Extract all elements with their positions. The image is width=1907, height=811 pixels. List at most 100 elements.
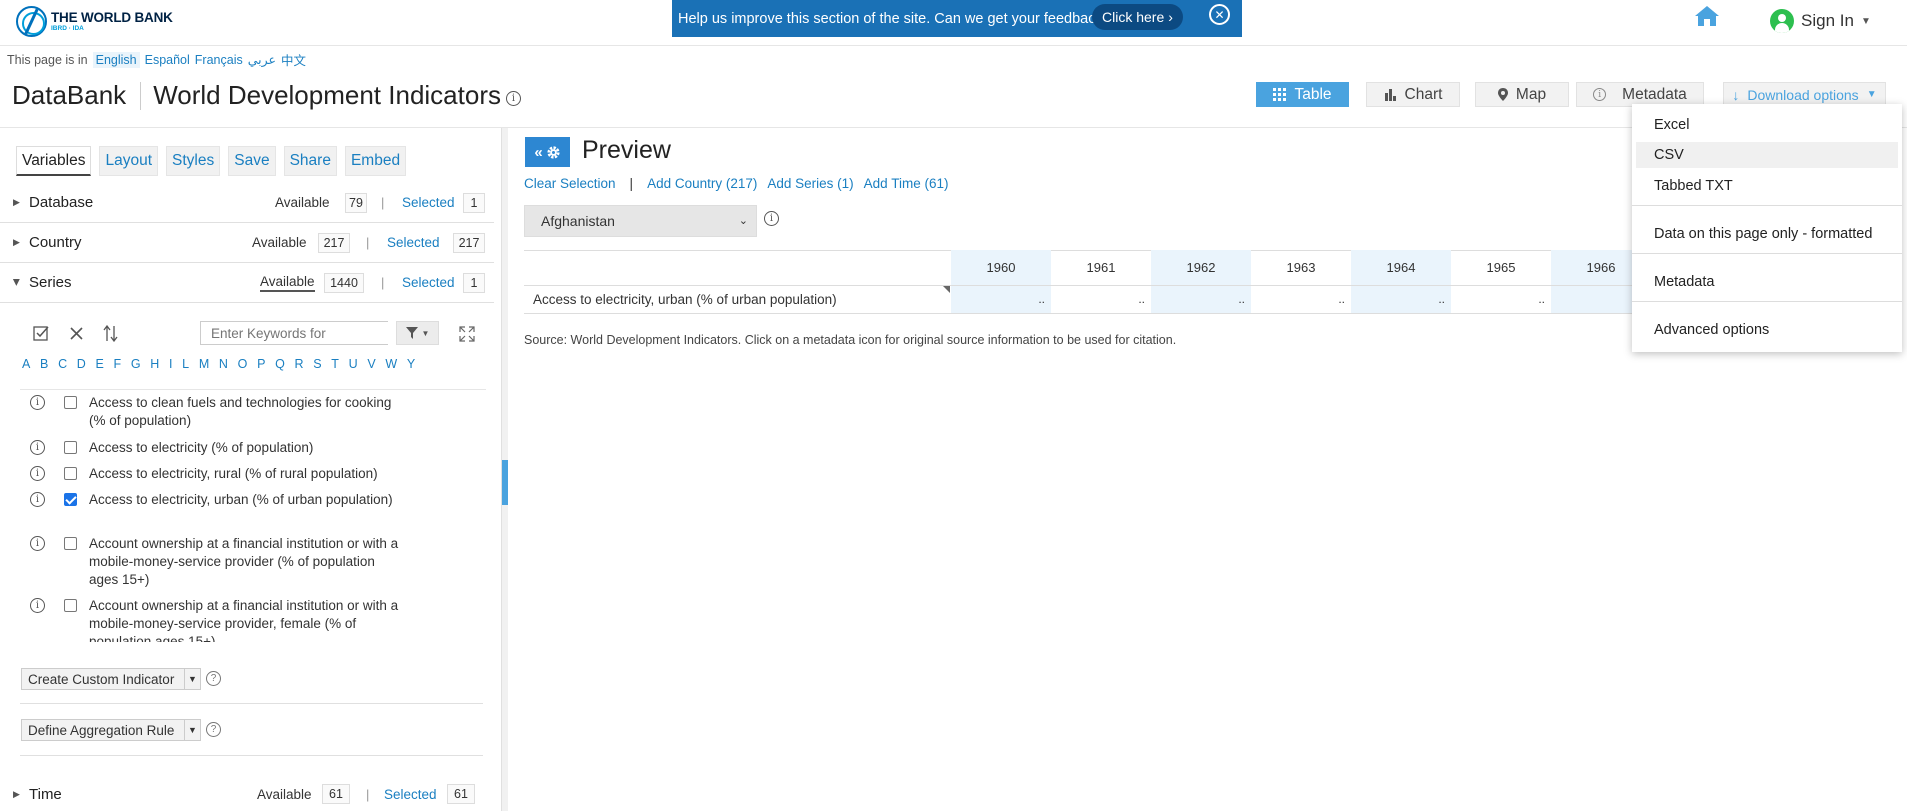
year-header[interactable]: 1960 <box>951 250 1051 285</box>
info-icon[interactable]: i <box>505 91 521 106</box>
world-bank-logo[interactable]: THE WORLD BANK IBRD · IDA <box>16 6 173 37</box>
letter-o[interactable]: O <box>238 357 248 371</box>
series-checkbox[interactable] <box>64 599 77 612</box>
language-english[interactable]: English <box>92 51 140 68</box>
available-label[interactable]: Available <box>260 274 315 292</box>
expand-icon[interactable] <box>459 326 475 342</box>
selected-label[interactable]: Selected <box>402 195 455 210</box>
series-checkbox[interactable] <box>64 396 77 409</box>
letter-b[interactable]: B <box>40 357 48 371</box>
table-cell: .. <box>951 286 1051 313</box>
letter-e[interactable]: E <box>96 357 104 371</box>
letter-t[interactable]: T <box>331 357 339 371</box>
download-csv[interactable]: CSV <box>1636 142 1898 168</box>
year-header[interactable]: 1965 <box>1451 250 1551 285</box>
country-section[interactable]: ▶ Country Available 217 | Selected 217 <box>0 223 494 263</box>
letter-l[interactable]: L <box>182 357 189 371</box>
download-metadata[interactable]: Metadata <box>1632 269 1902 295</box>
tab-styles[interactable]: Styles <box>166 146 221 176</box>
letter-s[interactable]: S <box>313 357 321 371</box>
chart-view-button[interactable]: Chart <box>1366 82 1460 107</box>
table-view-button[interactable]: Table <box>1256 82 1349 107</box>
letter-h[interactable]: H <box>150 357 159 371</box>
info-icon[interactable]: i <box>30 440 45 455</box>
download-advanced-options[interactable]: Advanced options <box>1632 317 1902 343</box>
letter-m[interactable]: M <box>199 357 209 371</box>
selected-label[interactable]: Selected <box>384 787 437 802</box>
tab-embed[interactable]: Embed <box>344 146 407 176</box>
selected-label[interactable]: Selected <box>402 275 455 290</box>
scrollbar-thumb[interactable] <box>502 460 508 505</box>
year-header[interactable]: 1962 <box>1151 250 1251 285</box>
toggle-panel-button[interactable]: « <box>525 137 570 167</box>
series-checkbox[interactable] <box>64 467 77 480</box>
letter-w[interactable]: W <box>385 357 397 371</box>
language-chinese[interactable]: 中文 <box>281 50 306 69</box>
series-checkbox[interactable] <box>64 441 77 454</box>
language-francais[interactable]: Français <box>195 53 243 67</box>
expand-arrow-icon[interactable]: ▶ <box>13 237 20 248</box>
time-section[interactable]: ▶ Time Available 61 | Selected 61 <box>0 774 494 811</box>
home-icon[interactable] <box>1694 4 1720 28</box>
download-page-formatted[interactable]: Data on this page only - formatted <box>1632 221 1902 247</box>
tab-layout[interactable]: Layout <box>99 146 159 176</box>
letter-q[interactable]: Q <box>275 357 285 371</box>
info-icon[interactable]: i <box>764 211 779 226</box>
info-icon[interactable]: i <box>30 466 45 481</box>
language-espanol[interactable]: Español <box>145 53 190 67</box>
series-checkbox[interactable] <box>64 537 77 550</box>
create-custom-indicator-dropdown[interactable]: Create Custom Indicator ▼ <box>21 668 201 690</box>
info-icon[interactable]: i <box>30 536 45 551</box>
tab-share[interactable]: Share <box>283 146 337 176</box>
database-section[interactable]: ▶ Database Available 79 | Selected 1 <box>0 183 494 223</box>
letter-f[interactable]: F <box>114 357 122 371</box>
clear-selection-icon[interactable] <box>70 327 83 340</box>
letter-r[interactable]: R <box>295 357 304 371</box>
feedback-click-here-button[interactable]: Click here › <box>1092 4 1183 30</box>
letter-p[interactable]: P <box>257 357 265 371</box>
series-section[interactable]: ▶ Series Available 1440 | Selected 1 <box>0 263 494 303</box>
section-name: Database <box>29 194 94 211</box>
expand-arrow-icon[interactable]: ▶ <box>13 789 20 800</box>
help-icon[interactable]: ? <box>206 722 221 737</box>
download-excel[interactable]: Excel <box>1632 112 1902 138</box>
letter-g[interactable]: G <box>131 357 141 371</box>
add-series-link[interactable]: Add Series (1) <box>767 176 853 191</box>
search-input[interactable] <box>201 322 398 344</box>
expand-arrow-icon[interactable]: ▶ <box>13 197 20 208</box>
letter-c[interactable]: C <box>58 357 67 371</box>
tab-variables[interactable]: Variables <box>16 146 92 176</box>
info-icon[interactable]: i <box>30 395 45 410</box>
download-tabbed-txt[interactable]: Tabbed TXT <box>1632 173 1902 199</box>
select-all-icon[interactable] <box>33 325 50 342</box>
letter-d[interactable]: D <box>77 357 86 371</box>
year-header[interactable]: 1964 <box>1351 250 1451 285</box>
letter-n[interactable]: N <box>219 357 228 371</box>
letter-u[interactable]: U <box>349 357 358 371</box>
letter-a[interactable]: A <box>22 357 30 371</box>
sign-in-button[interactable]: Sign In ▼ <box>1770 9 1871 33</box>
filter-button[interactable]: ▼ <box>396 321 439 345</box>
section-name: Time <box>29 785 62 803</box>
sort-icon[interactable] <box>103 325 118 342</box>
letter-v[interactable]: V <box>367 357 375 371</box>
country-select[interactable]: Afghanistan ⌄ <box>524 205 757 237</box>
language-arabic[interactable]: عربي <box>248 52 276 67</box>
year-header[interactable]: 1961 <box>1051 250 1151 285</box>
info-icon[interactable]: i <box>30 492 45 507</box>
info-icon[interactable]: i <box>30 598 45 613</box>
letter-i[interactable]: I <box>169 357 172 371</box>
map-view-button[interactable]: Map <box>1475 82 1569 107</box>
selected-label[interactable]: Selected <box>387 235 440 250</box>
tab-save[interactable]: Save <box>228 146 276 176</box>
add-time-link[interactable]: Add Time (61) <box>864 176 949 191</box>
clear-selection-link[interactable]: Clear Selection <box>524 176 616 191</box>
collapse-arrow-icon[interactable]: ▶ <box>11 279 22 286</box>
series-checkbox-checked[interactable] <box>64 493 77 506</box>
add-country-link[interactable]: Add Country (217) <box>647 176 757 191</box>
help-icon[interactable]: ? <box>206 671 221 686</box>
year-header[interactable]: 1963 <box>1251 250 1351 285</box>
close-icon[interactable]: ✕ <box>1209 4 1230 25</box>
letter-y[interactable]: Y <box>407 357 415 371</box>
define-aggregation-rule-dropdown[interactable]: Define Aggregation Rule ▼ <box>21 719 201 741</box>
